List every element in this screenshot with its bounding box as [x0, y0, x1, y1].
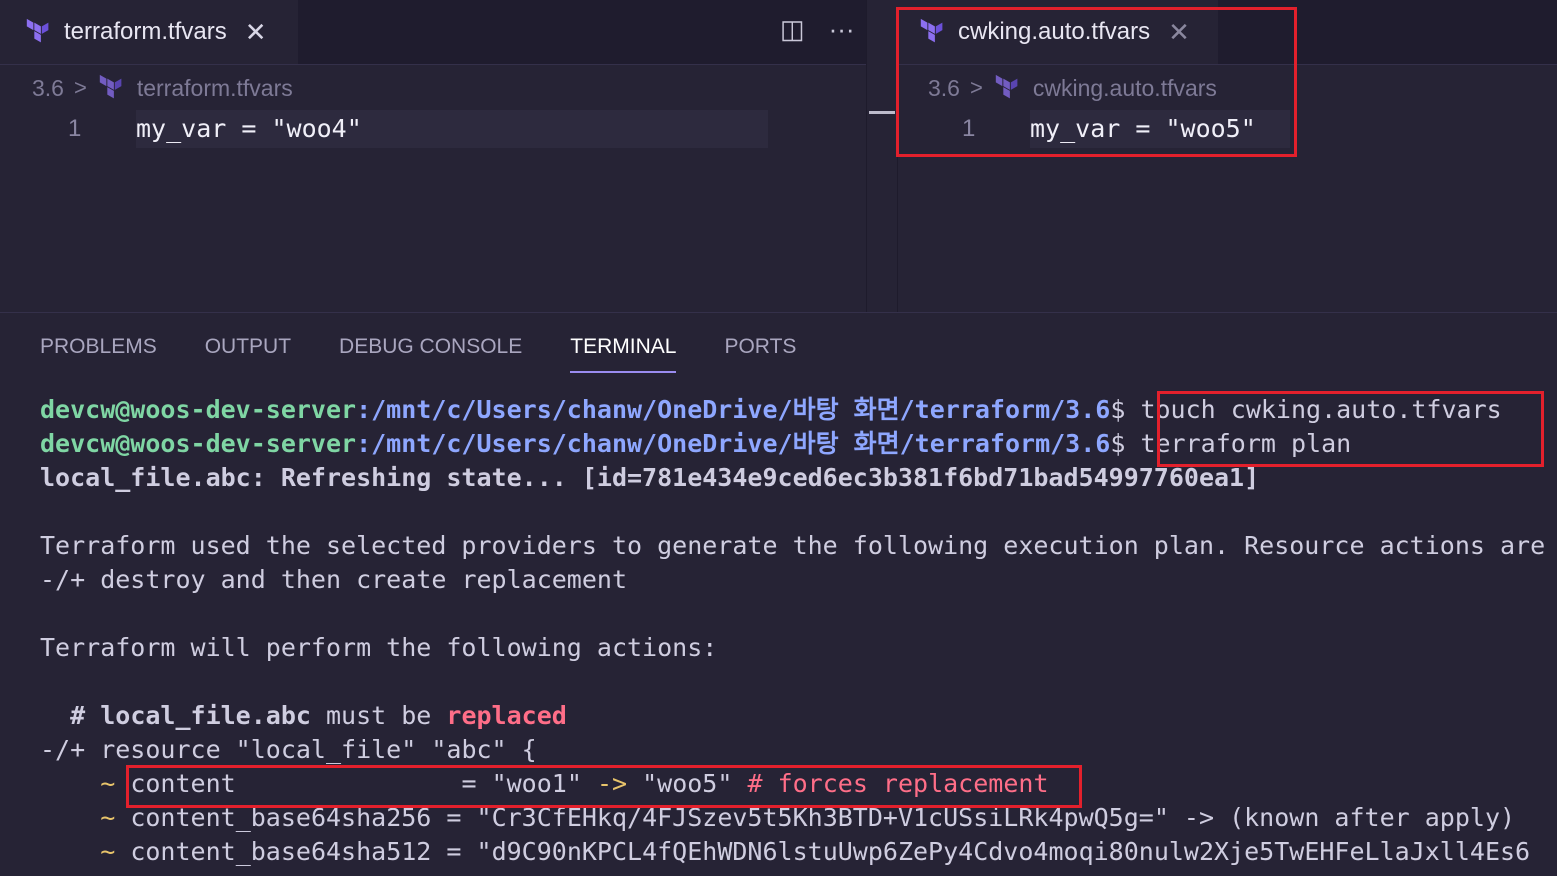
highlight-box-right-editor: [896, 7, 1297, 157]
split-sash[interactable]: [866, 0, 898, 312]
prompt-path: :/mnt/c/Users/chanw/OneDrive/바탕 화면/terra…: [356, 395, 1111, 424]
line-number: 1: [68, 115, 82, 142]
tab-output[interactable]: OUTPUT: [205, 335, 291, 373]
terminal-line: Terraform used the selected providers to…: [40, 531, 1546, 560]
terminal-line: # local_file.abc must be replaced: [40, 699, 1545, 733]
split-editor-icon[interactable]: ◫: [780, 14, 805, 45]
prompt-symbol: $: [1110, 395, 1126, 424]
editor-toolbar: ◫ ···: [780, 14, 855, 45]
terminal-line: Terraform will perform the following act…: [40, 633, 718, 662]
prompt-user: devcw@woos-dev-server: [40, 429, 357, 458]
highlight-box-content-change: [126, 765, 1082, 808]
breadcrumb-file[interactable]: terraform.tfvars: [137, 75, 293, 102]
terminal-line: -/+ resource "local_file" "abc" {: [40, 733, 1545, 767]
action-text: destroy and then create replacement: [85, 565, 628, 594]
comment-hash: #: [40, 701, 101, 730]
tilde-symbol: ~: [100, 803, 116, 832]
highlight-box-commands: [1157, 391, 1544, 467]
terraform-file-icon: [97, 73, 127, 103]
attr-line: content_base64sha512 = "d9C90nKPCL4fQEhW…: [115, 837, 1531, 866]
close-icon[interactable]: ✕: [245, 19, 267, 45]
terraform-file-icon: [24, 17, 54, 47]
chevron-right-icon: >: [73, 75, 87, 100]
tab-debug-console[interactable]: DEBUG CONSOLE: [339, 335, 522, 373]
prompt-symbol: $: [1110, 429, 1126, 458]
tab-terraform-tfvars[interactable]: terraform.tfvars ✕: [0, 0, 298, 64]
editor-area: terraform.tfvars ✕ ◫ ··· 3.6 > terraform…: [0, 0, 1557, 312]
tab-problems[interactable]: PROBLEMS: [40, 335, 157, 373]
terminal-line: ~ content_base64sha512 = "d9C90nKPCL4fQE…: [40, 835, 1545, 869]
panel-tabs: PROBLEMS OUTPUT DEBUG CONSOLE TERMINAL P…: [40, 335, 796, 373]
breadcrumb-folder[interactable]: 3.6: [32, 75, 64, 102]
action-symbol: -/+: [40, 735, 86, 764]
replaced-label: replaced: [446, 701, 567, 730]
prompt-path: :/mnt/c/Users/chanw/OneDrive/바탕 화면/terra…: [356, 429, 1111, 458]
tilde-symbol: ~: [100, 837, 116, 866]
prompt-user: devcw@woos-dev-server: [40, 395, 357, 424]
tilde-symbol: ~: [100, 769, 116, 798]
comment-text: must be: [310, 701, 447, 730]
terminal-blank: [40, 495, 1545, 529]
terminal-blank: [40, 597, 1545, 631]
comment-resource: local_file.abc: [100, 701, 311, 730]
more-actions-icon[interactable]: ···: [829, 14, 855, 45]
action-symbol: -/+: [40, 565, 86, 594]
code-line[interactable]: my_var = "woo4": [136, 110, 768, 148]
tab-label: terraform.tfvars: [64, 18, 227, 45]
tab-terminal[interactable]: TERMINAL: [570, 335, 677, 373]
editor-pane-left: terraform.tfvars ✕ ◫ ··· 3.6 > terraform…: [0, 0, 866, 312]
tab-bar-left: terraform.tfvars ✕ ◫ ···: [0, 0, 866, 65]
tab-ports[interactable]: PORTS: [724, 335, 796, 373]
breadcrumb: 3.6 > terraform.tfvars: [0, 66, 293, 110]
code-text: my_var = "woo4": [136, 110, 362, 148]
resource-line: resource "local_file" "abc" {: [85, 735, 537, 764]
terminal-line: -/+ destroy and then create replacement: [40, 563, 1545, 597]
terminal-blank: [40, 665, 1545, 699]
